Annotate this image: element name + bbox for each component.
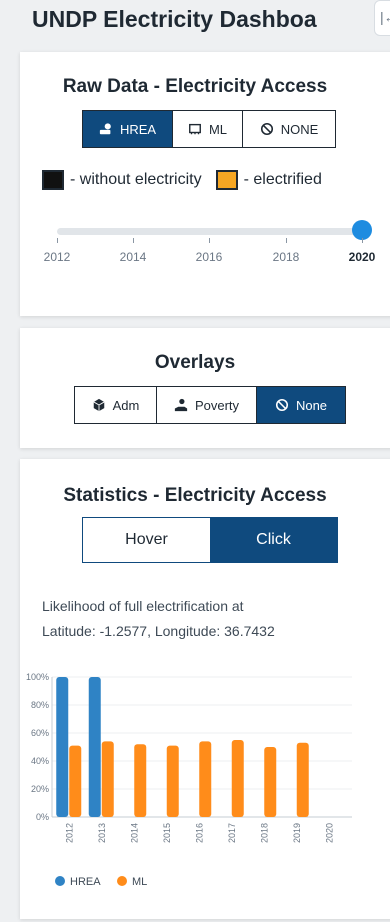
collapse-left-icon: |← — [380, 9, 390, 25]
slider-tick — [57, 238, 58, 243]
bar-ml — [231, 740, 244, 817]
x-tick-label: 2018 — [259, 823, 269, 843]
x-tick-label: 2019 — [292, 823, 302, 843]
bar-ml — [134, 744, 147, 817]
source-ml-label: ML — [208, 121, 228, 137]
bar-ml — [296, 742, 309, 817]
legend-label-unelectrified: - without electricity — [70, 171, 202, 188]
x-tick-label: 2016 — [194, 823, 204, 843]
x-tick-label: 2013 — [97, 823, 107, 843]
stats-mode-toggle: Hover Click — [82, 517, 338, 563]
y-tick-label: 80% — [31, 700, 49, 710]
x-tick-label: 2014 — [129, 823, 139, 843]
bar-ml — [69, 745, 82, 817]
cube-icon — [93, 398, 105, 412]
year-slider-track[interactable] — [57, 228, 363, 235]
year-label: 2014 — [119, 250, 147, 264]
stats-coordinates: Latitude: -1.2577, Longitude: 36.7432 — [42, 623, 275, 639]
x-tick-label: 2017 — [227, 823, 237, 843]
raw-data-title: Raw Data - Electricity Access — [62, 76, 328, 97]
legend-label-electrified: - electrified — [243, 171, 322, 188]
legend-marker-hrea — [55, 876, 65, 886]
data-source-toggle: HREA ML NONE — [82, 110, 336, 148]
bar-ml — [101, 741, 114, 817]
source-ml-button[interactable]: ML — [173, 111, 243, 147]
source-hrea-button[interactable]: HREA — [83, 111, 173, 147]
y-tick-label: 40% — [31, 756, 49, 766]
statistics-title: Statistics - Electricity Access — [63, 485, 327, 506]
bar-ml — [199, 741, 212, 817]
year-label: 2016 — [195, 250, 223, 264]
year-label: 2018 — [272, 250, 300, 264]
hand-lightbulb-icon — [99, 123, 111, 135]
legend-marker-ml — [117, 876, 127, 886]
electrification-chart: 0% 20% 40% 60% 80% 100% 2012 2013 2014 2015 2016 20… — [20, 669, 380, 922]
x-tick-label: 2020 — [324, 823, 334, 843]
ban-icon — [260, 122, 273, 136]
source-none-label: NONE — [280, 121, 319, 137]
y-tick-label: 60% — [31, 728, 49, 738]
y-tick-label: 100% — [26, 672, 49, 682]
y-tick-label: 0% — [36, 812, 49, 822]
y-tick-label: 20% — [31, 784, 49, 794]
bar-hrea — [88, 677, 101, 817]
legend-swatch-unelectrified — [42, 170, 64, 190]
legend-label-hrea: HREA — [70, 876, 101, 888]
overlay-adm-label: Adm — [112, 397, 140, 413]
x-tick-label: 2015 — [162, 823, 172, 843]
year-label-selected: 2020 — [348, 250, 376, 264]
legend-label-ml: ML — [132, 876, 147, 888]
overlay-none-label: None — [295, 397, 328, 413]
year-slider-thumb[interactable] — [352, 220, 372, 240]
map-legend: - without electricity - electrified — [42, 170, 322, 190]
overlay-adm-button[interactable]: Adm — [75, 387, 157, 423]
raw-data-card: Raw Data - Electricity Access HREA ML NO… — [20, 52, 390, 316]
mode-hover-button[interactable]: Hover — [83, 518, 210, 562]
hand-coin-icon — [174, 398, 188, 412]
mode-click-button[interactable]: Click — [210, 518, 337, 562]
statistics-card: Statistics - Electricity Access Hover Cl… — [20, 459, 390, 919]
slider-tick — [133, 238, 134, 243]
source-none-button[interactable]: NONE — [243, 111, 335, 147]
x-tick-label: 2012 — [64, 823, 74, 843]
overlays-title: Overlays — [154, 352, 236, 373]
app-title: UNDP Electricity Dashboa — [32, 6, 317, 32]
bar-ml — [264, 747, 277, 817]
stats-description-line1: Likelihood of full electrification at — [42, 598, 244, 614]
slider-tick — [286, 238, 287, 243]
overlay-none-button[interactable]: None — [257, 387, 345, 423]
slider-tick — [362, 238, 363, 243]
overlay-poverty-button[interactable]: Poverty — [157, 387, 257, 423]
bar-chart-svg: 0% 20% 40% 60% 80% 100% 2012 2013 2014 2015 2016 20… — [26, 672, 352, 888]
bar-ml — [166, 745, 179, 817]
year-label: 2012 — [43, 250, 71, 264]
overlay-poverty-label: Poverty — [194, 397, 240, 413]
source-hrea-label: HREA — [119, 121, 157, 137]
overlay-toggle: Adm Poverty None — [74, 386, 346, 424]
legend-swatch-electrified — [215, 170, 238, 190]
ban-icon — [275, 398, 288, 412]
bar-hrea — [56, 677, 69, 817]
overlays-card: Overlays Adm Poverty None — [20, 328, 390, 448]
collapse-panel-button[interactable]: |← — [374, 0, 390, 36]
chip-icon — [189, 123, 201, 135]
slider-tick — [209, 238, 210, 243]
